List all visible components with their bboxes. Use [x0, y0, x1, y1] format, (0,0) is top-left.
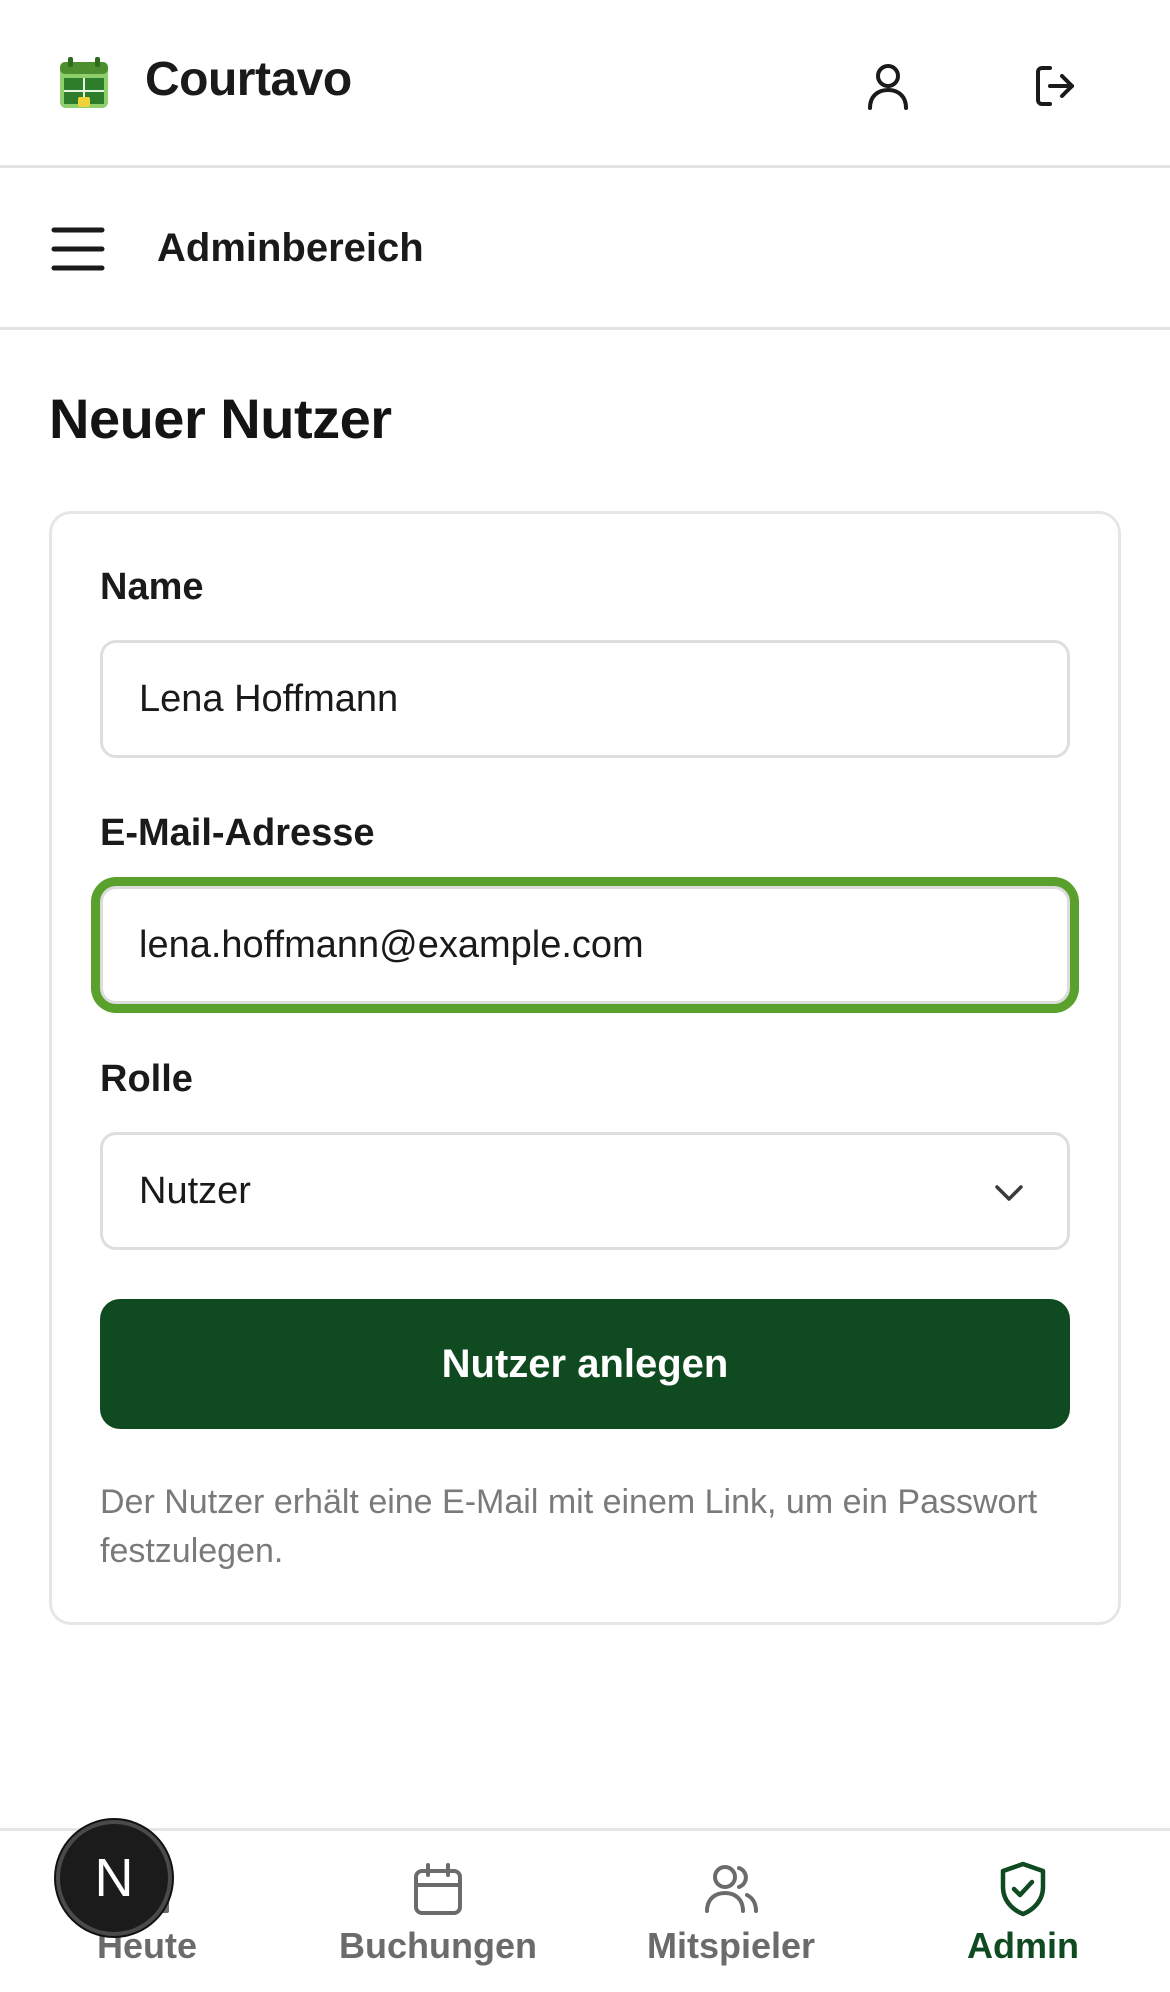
nav-item-mitspieler[interactable]: Mitspieler: [646, 1831, 816, 1992]
logout-icon[interactable]: [1028, 58, 1084, 114]
user-icon[interactable]: [860, 58, 916, 114]
nav-label-buchungen: Buchungen: [339, 1925, 537, 1966]
bottom-navigation: Heute Buchungen Mitspieler Admin: [0, 1828, 1170, 1992]
nav-item-buchungen[interactable]: Buchungen: [339, 1831, 537, 1992]
page: Courtavo Adminbereich Neuer Nutzer Name …: [0, 0, 1170, 1992]
calendar-icon: [408, 1859, 468, 1919]
email-label: E-Mail-Adresse: [100, 812, 375, 854]
nav-label-mitspieler: Mitspieler: [646, 1925, 816, 1966]
court-calendar-logo-icon: [58, 56, 110, 110]
email-input[interactable]: lena.hoffmann@example.com: [100, 886, 1070, 1004]
chevron-down-icon: [989, 1173, 1029, 1213]
name-label: Name: [100, 566, 204, 608]
dev-tools-badge[interactable]: N: [56, 1820, 172, 1936]
role-select-value: Nutzer: [139, 1169, 251, 1212]
create-user-button[interactable]: Nutzer anlegen: [100, 1299, 1070, 1429]
nav-item-admin[interactable]: Admin: [967, 1831, 1079, 1992]
role-label: Rolle: [100, 1058, 193, 1100]
form-hint: Der Nutzer erhält eine E-Mail mit einem …: [100, 1483, 1038, 1570]
nav-label-admin: Admin: [967, 1925, 1079, 1966]
section-title: Adminbereich: [157, 226, 424, 270]
role-select[interactable]: Nutzer: [100, 1132, 1070, 1250]
hamburger-menu-icon[interactable]: [50, 224, 106, 274]
page-title: Neuer Nutzer: [49, 387, 392, 450]
users-icon: [701, 1859, 761, 1919]
section-bar: Adminbereich: [0, 168, 1170, 330]
app-title: Courtavo: [145, 53, 352, 106]
name-input[interactable]: Lena Hoffmann: [100, 640, 1070, 758]
top-app-bar: Courtavo: [0, 0, 1170, 168]
shield-check-icon: [993, 1859, 1053, 1919]
